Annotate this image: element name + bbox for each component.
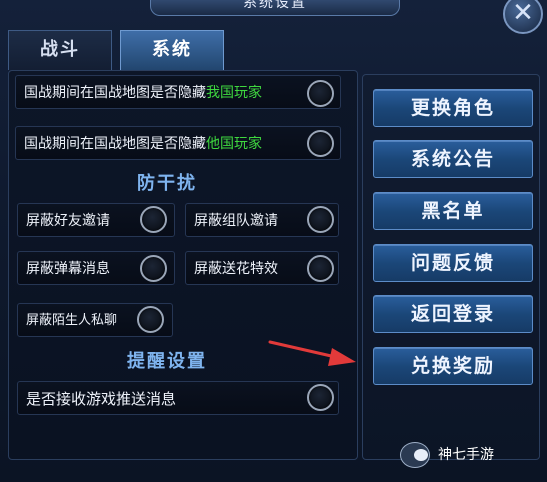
toggle-block-stranger-chat[interactable] xyxy=(137,306,164,333)
option-label: 国战期间在国战地图是否隐藏 xyxy=(24,85,206,101)
option-label-highlight: 他国玩家 xyxy=(206,136,262,152)
option-hide-own-players: 国战期间在国战地图是否隐藏我国玩家 xyxy=(15,75,341,109)
option-label: 屏蔽送花特效 xyxy=(194,261,278,277)
change-character-button[interactable]: 更换角色 xyxy=(373,89,533,127)
arrow-annotation-icon xyxy=(268,340,356,366)
settings-panel: 国战期间在国战地图是否隐藏我国玩家 国战期间在国战地图是否隐藏他国玩家 防干扰 … xyxy=(8,70,358,460)
settings-window: 系统设置 ✕ 战斗 系统 国战期间在国战地图是否隐藏我国玩家 国战期间在国战地图… xyxy=(0,0,547,482)
option-label: 国战期间在国战地图是否隐藏 xyxy=(24,136,206,152)
toggle-push-notifications[interactable] xyxy=(307,384,334,411)
toggle-block-friend-invite[interactable] xyxy=(140,206,167,233)
option-label-highlight: 我国玩家 xyxy=(206,85,262,101)
toggle-hide-enemy-players[interactable] xyxy=(307,130,334,157)
option-label: 屏蔽组队邀请 xyxy=(194,213,278,229)
tab-battle[interactable]: 战斗 xyxy=(8,30,112,70)
option-label: 屏蔽弹幕消息 xyxy=(26,261,110,277)
option-label: 屏蔽好友邀请 xyxy=(26,213,110,229)
option-hide-enemy-players: 国战期间在国战地图是否隐藏他国玩家 xyxy=(15,126,341,160)
toggle-hide-own-players[interactable] xyxy=(307,80,334,107)
feedback-button[interactable]: 问题反馈 xyxy=(373,244,533,282)
wechat-icon xyxy=(400,442,430,468)
watermark: 神七手游 xyxy=(400,440,494,470)
section-title-anti-disturb: 防干扰 xyxy=(137,173,197,194)
blacklist-button[interactable]: 黑名单 xyxy=(373,192,533,230)
option-label: 屏蔽陌生人私聊 xyxy=(26,313,118,328)
toggle-block-danmaku[interactable] xyxy=(140,255,167,282)
watermark-text: 神七手游 xyxy=(438,447,494,463)
tab-system[interactable]: 系统 xyxy=(120,30,224,70)
option-label: 是否接收游戏推送消息 xyxy=(26,390,177,408)
system-notice-button[interactable]: 系统公告 xyxy=(373,140,533,178)
close-icon[interactable]: ✕ xyxy=(503,0,543,34)
toggle-block-team-invite[interactable] xyxy=(307,206,334,233)
window-title: 系统设置 xyxy=(150,0,400,16)
toggle-block-flower-effect[interactable] xyxy=(307,255,334,282)
section-title-reminder: 提醒设置 xyxy=(127,351,207,372)
redeem-reward-button[interactable]: 兑换奖励 xyxy=(373,347,533,385)
option-push-notifications: 是否接收游戏推送消息 xyxy=(17,381,339,415)
return-login-button[interactable]: 返回登录 xyxy=(373,295,533,333)
side-menu: 更换角色 系统公告 黑名单 问题反馈 返回登录 兑换奖励 xyxy=(362,74,540,460)
